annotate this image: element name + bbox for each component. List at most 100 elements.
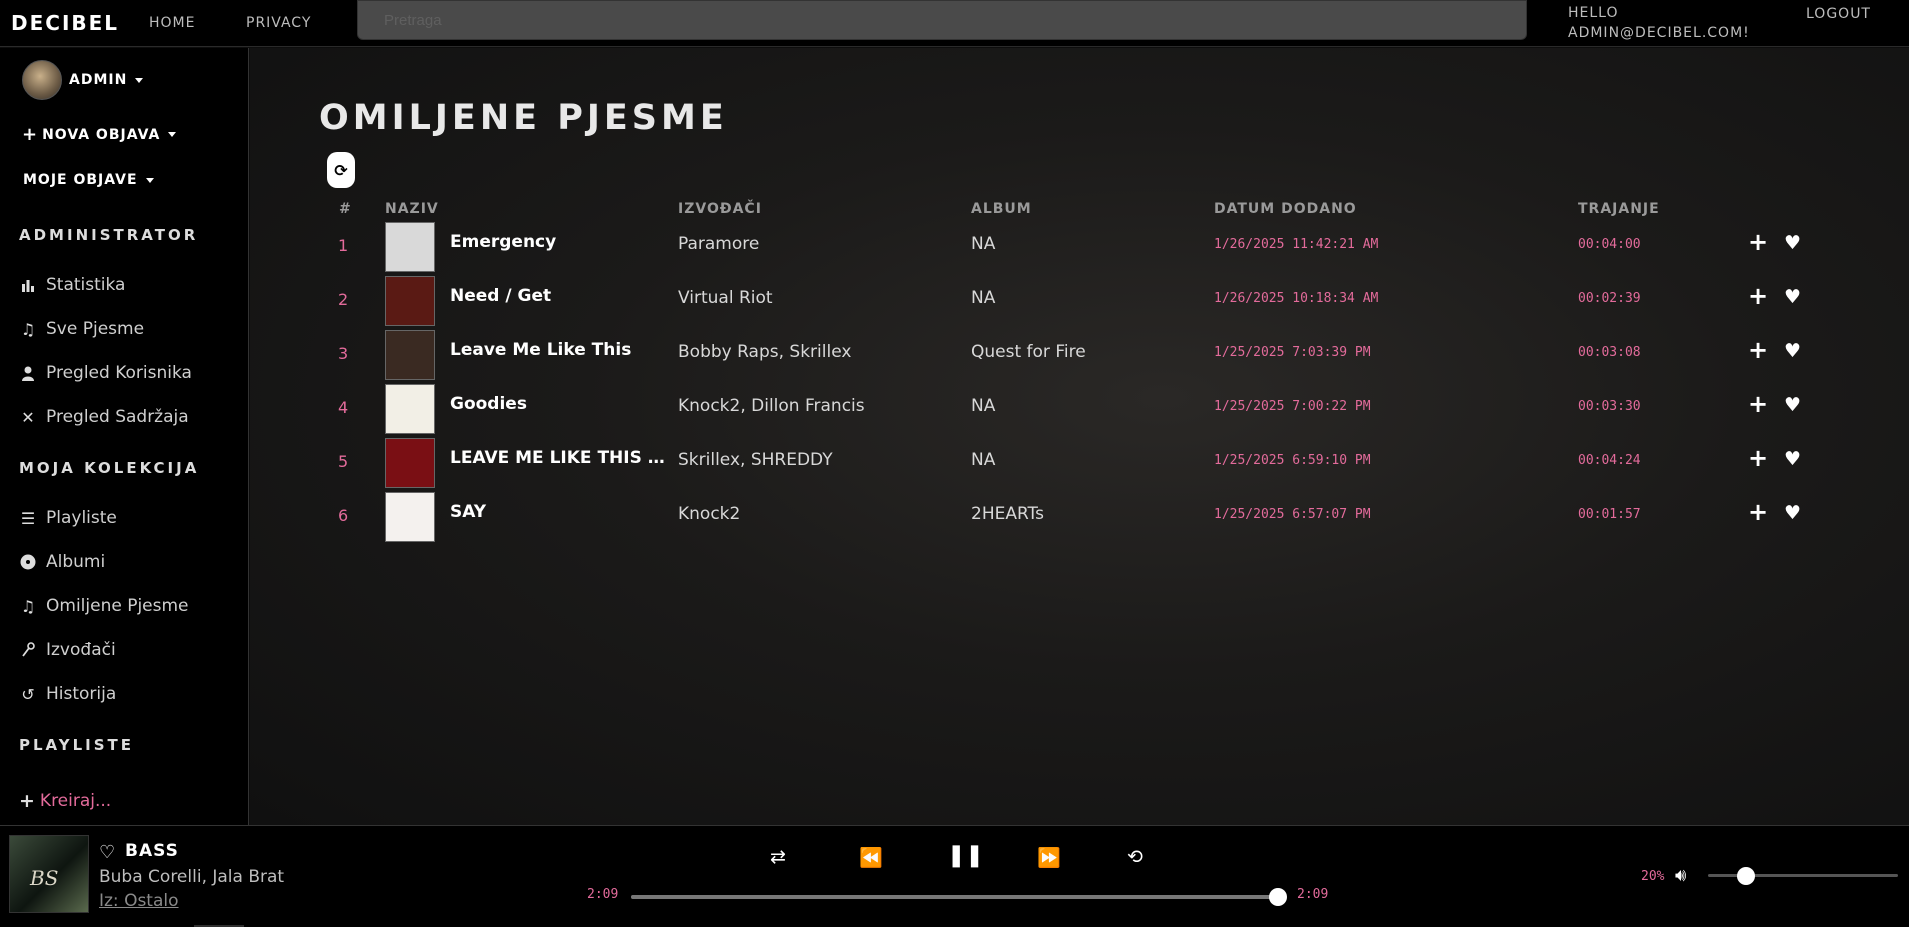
previous-icon[interactable]: ⏪ [859, 846, 883, 869]
song-album[interactable]: NA [971, 234, 995, 254]
col-header-izvodjaci[interactable]: IZVOĐAČI [678, 201, 762, 217]
progress-slider[interactable] [631, 888, 1287, 906]
sidebar-item-label: Historija [46, 684, 117, 704]
new-post-label: NOVA OBJAVA [42, 126, 161, 143]
time-total: 2:09 [1297, 887, 1329, 902]
sidebar-item-pregled-korisnika[interactable]: Pregled Korisnika [19, 363, 192, 383]
song-duration: 00:01:57 [1578, 507, 1641, 522]
song-title[interactable]: LEAVE ME LIKE THIS (SHREDDY REMIX) [450, 448, 670, 468]
song-date-added: 1/25/2025 6:57:07 PM [1214, 507, 1371, 522]
sidebar-item-albumi[interactable]: Albumi [19, 552, 105, 572]
sidebar-item-label: Sve Pjesme [46, 319, 145, 339]
song-album[interactable]: Quest for Fire [971, 342, 1086, 362]
nav-home-link[interactable]: HOME [149, 15, 195, 31]
volume-knob[interactable] [1737, 867, 1755, 885]
song-date-added: 1/26/2025 10:18:34 AM [1214, 291, 1379, 306]
song-duration: 00:04:00 [1578, 237, 1641, 252]
song-artists[interactable]: Bobby Raps, Skrillex [678, 342, 851, 362]
sidebar-item-historija[interactable]: ↺ Historija [19, 684, 116, 704]
song-title[interactable]: Leave Me Like This [450, 340, 670, 360]
create-playlist-link[interactable]: + Kreiraj... [19, 790, 111, 812]
song-title[interactable]: SAY [450, 502, 670, 522]
heart-icon[interactable]: ♥ [1784, 286, 1801, 308]
sidebar-item-sve-pjesme[interactable]: ♫ Sve Pjesme [19, 319, 144, 339]
table-row[interactable]: 6 SAY Knock2 2HEARTs 1/25/2025 6:57:07 PM 00:… [250, 489, 1909, 543]
sidebar-item-izvodjaci[interactable]: Izvođači [19, 640, 116, 660]
tools-icon: ✕ [21, 407, 35, 427]
repeat-icon[interactable]: ⟲ [1127, 846, 1143, 868]
col-header-datum[interactable]: DATUM DODANO [1214, 201, 1357, 217]
heart-icon[interactable]: ♥ [1784, 340, 1801, 362]
sidebar-item-playliste[interactable]: ☰ Playliste [19, 508, 117, 528]
chevron-down-icon [145, 177, 154, 183]
greeting-line-2: ADMIN@DECIBEL.COM! [1568, 25, 1750, 41]
heart-icon[interactable]: ♥ [1784, 394, 1801, 416]
song-title[interactable]: Emergency [450, 232, 670, 252]
history-icon: ↺ [21, 684, 35, 704]
song-album[interactable]: NA [971, 450, 995, 470]
song-artists[interactable]: Paramore [678, 234, 759, 254]
row-number: 4 [338, 398, 349, 417]
song-artists[interactable]: Virtual Riot [678, 288, 773, 308]
song-thumbnail [385, 384, 435, 434]
song-thumbnail [385, 222, 435, 272]
new-post-dropdown[interactable]: + NOVA OBJAVA [22, 124, 177, 145]
sidebar-item-statistika[interactable]: Statistika [19, 275, 125, 295]
brand-logo[interactable]: DECIBEL [11, 11, 119, 35]
song-title[interactable]: Goodies [450, 394, 670, 414]
add-to-playlist-icon[interactable]: + [1748, 282, 1768, 310]
table-row[interactable]: 2 Need / Get Virtual Riot NA 1/26/2025 10:18… [250, 273, 1909, 327]
song-album[interactable]: NA [971, 396, 995, 416]
music-note-icon: ♫ [20, 319, 36, 339]
logout-link[interactable]: LOGOUT [1806, 6, 1871, 22]
add-to-playlist-icon[interactable]: + [1748, 444, 1768, 472]
volume-slider[interactable] [1708, 867, 1898, 885]
my-posts-dropdown[interactable]: MOJE OBJAVE [23, 172, 154, 188]
table-row[interactable]: 3 Leave Me Like This Bobby Raps, Skrillex Q… [250, 327, 1909, 381]
search-input[interactable] [357, 0, 1527, 40]
table-row[interactable]: 5 LEAVE ME LIKE THIS (SHREDDY REMIX) Skril… [250, 435, 1909, 489]
song-title[interactable]: Need / Get [450, 286, 670, 306]
song-artists[interactable]: Skrillex, SHREDDY [678, 450, 833, 470]
user-menu[interactable]: ADMIN [22, 60, 144, 100]
song-duration: 00:04:24 [1578, 453, 1641, 468]
heart-icon[interactable]: ♥ [1784, 232, 1801, 254]
col-header-album[interactable]: ALBUM [971, 201, 1032, 217]
chevron-down-icon [168, 132, 177, 137]
sidebar-item-label: Pregled Korisnika [46, 363, 192, 383]
add-to-playlist-icon[interactable]: + [1748, 390, 1768, 418]
add-to-playlist-icon[interactable]: + [1748, 498, 1768, 526]
next-icon[interactable]: ⏩ [1037, 846, 1061, 869]
song-album[interactable]: 2HEARTs [971, 504, 1044, 524]
song-album[interactable]: NA [971, 288, 995, 308]
heart-icon[interactable]: ♥ [1784, 502, 1801, 524]
refresh-button[interactable]: ⟳ [327, 152, 355, 188]
table-row[interactable]: 4 Goodies Knock2, Dillon Francis NA 1/25/202… [250, 381, 1909, 435]
section-playliste: PLAYLISTE [19, 736, 135, 754]
time-current: 2:09 [587, 887, 619, 902]
like-heart-icon[interactable]: ♡ [99, 842, 115, 863]
add-to-playlist-icon[interactable]: + [1748, 228, 1768, 256]
sidebar-item-pregled-sadrzaja[interactable]: ✕ Pregled Sadržaja [19, 407, 189, 427]
now-playing-source-link[interactable]: Iz: Ostalo [99, 891, 179, 911]
nav-privacy-link[interactable]: PRIVACY [246, 15, 311, 31]
volume-percent: 20% [1641, 869, 1665, 884]
add-to-playlist-icon[interactable]: + [1748, 336, 1768, 364]
album-cover[interactable]: BS [9, 835, 89, 913]
col-header-naziv[interactable]: NAZIV [385, 201, 439, 217]
chevron-down-icon [135, 77, 144, 83]
disc-icon [19, 554, 37, 570]
shuffle-icon[interactable]: ⇄ [770, 846, 786, 868]
table-row[interactable]: 1 Emergency Paramore NA 1/26/2025 11:42:21 A… [250, 219, 1909, 273]
volume-icon[interactable]: 🔊︎ [1675, 865, 1686, 886]
song-artists[interactable]: Knock2 [678, 504, 740, 524]
col-header-trajanje[interactable]: TRAJANJE [1578, 201, 1660, 217]
heart-icon[interactable]: ♥ [1784, 448, 1801, 470]
plus-icon: + [22, 124, 39, 145]
song-artists[interactable]: Knock2, Dillon Francis [678, 396, 865, 416]
progress-knob[interactable] [1269, 888, 1287, 906]
sidebar-item-omiljene-pjesme[interactable]: ♫ Omiljene Pjesme [19, 596, 189, 616]
sidebar-item-label: Pregled Sadržaja [46, 407, 189, 427]
pause-icon[interactable]: ❚❚ [947, 843, 984, 868]
sidebar-item-label: Izvođači [46, 640, 116, 660]
